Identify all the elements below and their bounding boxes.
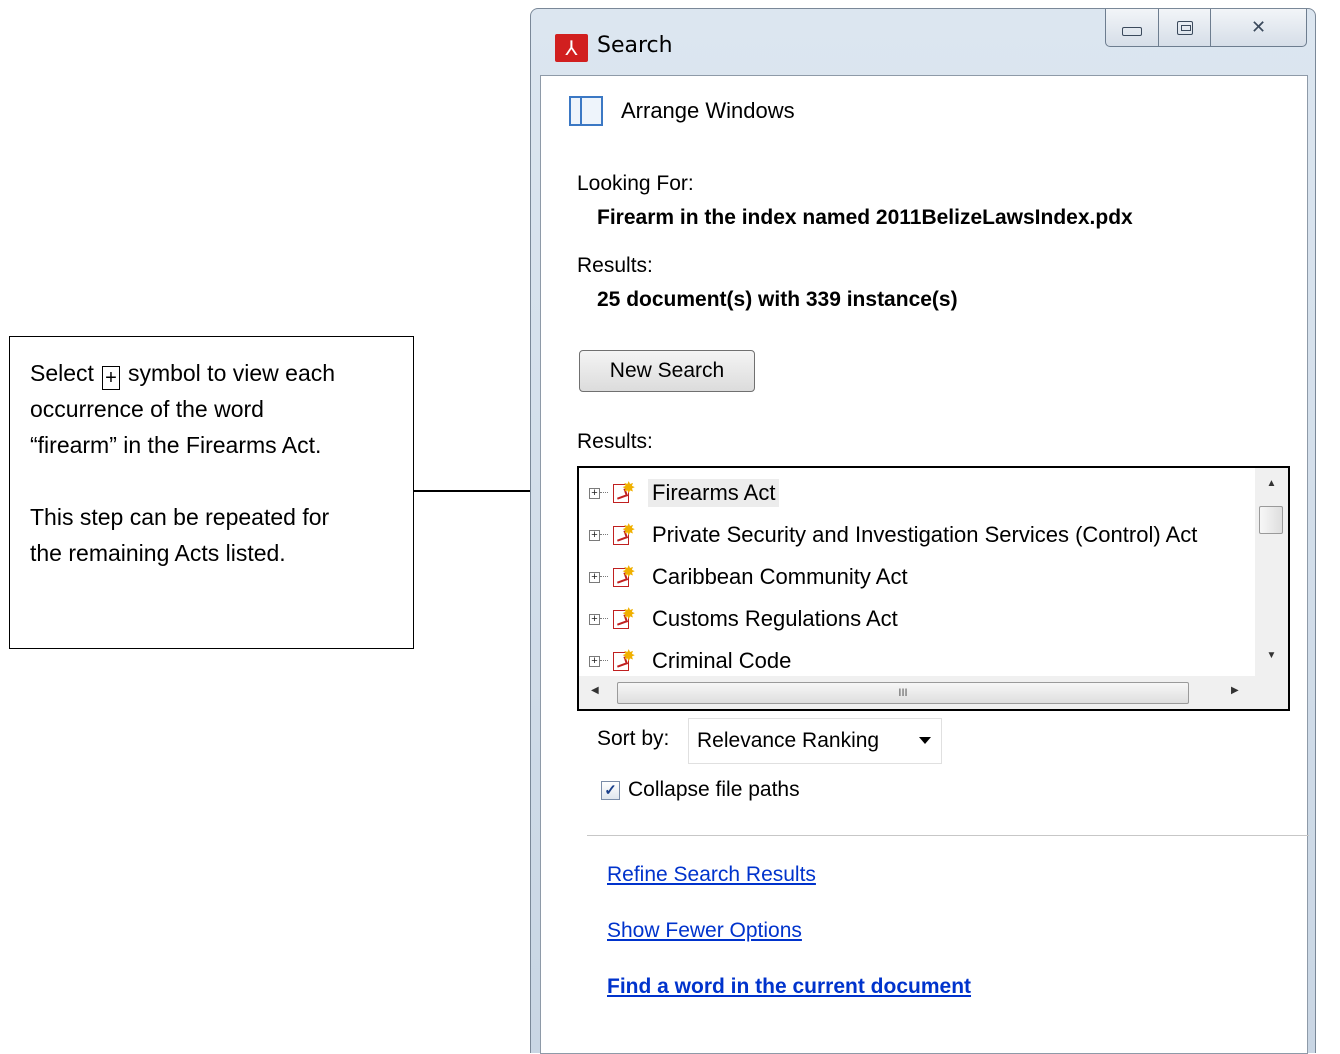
expand-plus-icon[interactable]: + — [589, 613, 600, 625]
arrange-windows-icon — [569, 96, 603, 126]
collapse-file-paths-label: Collapse file paths — [628, 778, 800, 801]
pdf-document-icon: ✸ — [610, 648, 635, 673]
scroll-right-icon[interactable]: ▶ — [1231, 685, 1239, 696]
pdf-document-icon: ✸ — [610, 480, 635, 505]
section-divider — [587, 835, 1309, 836]
result-item-label: Customs Regulations Act — [652, 606, 898, 631]
arrange-windows-label: Arrange Windows — [621, 98, 795, 123]
looking-for-label: Looking For: — [577, 172, 694, 195]
result-item-label: Criminal Code — [652, 648, 792, 673]
results-list[interactable]: + ✸ Firearms Act + ✸ Private Security an… — [577, 466, 1290, 711]
callout-select-text: Select — [30, 360, 94, 386]
horizontal-scrollbar[interactable]: ◀ III ▶ — [579, 676, 1255, 709]
pdf-document-icon: ✸ — [610, 522, 635, 547]
scroll-grip-icon: III — [898, 687, 908, 699]
search-window: ⅄ Search ✕ Arrange Windows Looking For: … — [530, 8, 1316, 1054]
looking-for-value: Firearm in the index named 2011BelizeLaw… — [597, 206, 1133, 229]
tree-connector — [600, 660, 608, 662]
minimize-icon — [1122, 27, 1142, 36]
arrange-windows-button[interactable]: Arrange Windows — [569, 96, 795, 126]
close-button[interactable]: ✕ — [1211, 9, 1307, 47]
sort-by-dropdown[interactable]: Relevance Ranking — [688, 718, 942, 764]
result-item-label: Firearms Act — [648, 479, 780, 507]
sort-by-value: Relevance Ranking — [697, 729, 880, 752]
minimize-button[interactable] — [1105, 9, 1159, 47]
maximize-icon — [1176, 20, 1193, 35]
result-item-private-security-act[interactable]: + ✸ Private Security and Investigation S… — [589, 518, 1201, 552]
maximize-button[interactable] — [1159, 9, 1211, 47]
results-summary-label: Results: — [577, 254, 653, 277]
callout-symbol-text: symbol to view each — [127, 360, 336, 386]
callout-line-2: occurrence of the word — [30, 396, 264, 422]
new-search-button[interactable]: New Search — [579, 350, 755, 392]
result-item-firearms-act[interactable]: + ✸ Firearms Act — [589, 476, 780, 510]
callout-line-4: This step can be repeated for — [30, 504, 330, 530]
search-panel: Arrange Windows Looking For: Firearm in … — [540, 75, 1309, 1054]
result-item-label: Private Security and Investigation Servi… — [652, 522, 1198, 547]
collapse-file-paths-checkbox[interactable]: ✓ — [601, 780, 620, 800]
adobe-reader-icon: ⅄ — [555, 34, 588, 62]
horizontal-scroll-thumb[interactable]: III — [617, 682, 1189, 704]
vertical-scrollbar[interactable]: ▲ ▼ — [1255, 468, 1288, 676]
tree-connector — [600, 576, 608, 578]
expand-plus-icon[interactable]: + — [589, 655, 600, 667]
find-word-current-document-link[interactable]: Find a word in the current document — [607, 975, 971, 999]
scroll-up-icon[interactable]: ▲ — [1255, 478, 1288, 489]
scrollbar-corner — [1255, 676, 1288, 709]
expand-plus-icon[interactable]: + — [589, 487, 600, 499]
tree-connector — [600, 492, 608, 494]
result-item-caribbean-community-act[interactable]: + ✸ Caribbean Community Act — [589, 560, 912, 594]
result-item-label: Caribbean Community Act — [652, 564, 908, 589]
close-icon: ✕ — [1250, 17, 1267, 38]
pdf-document-icon: ✸ — [610, 564, 635, 589]
scroll-left-icon[interactable]: ◀ — [591, 685, 599, 696]
result-item-criminal-code[interactable]: + ✸ Criminal Code — [589, 644, 795, 678]
result-item-customs-regulations-act[interactable]: + ✸ Customs Regulations Act — [589, 602, 902, 636]
expand-plus-icon[interactable]: + — [589, 529, 600, 541]
tree-connector — [600, 618, 608, 620]
tree-connector — [600, 534, 608, 536]
window-title: Search — [597, 33, 673, 58]
callout-line-3: “firearm” in the Firearms Act. — [30, 432, 322, 458]
results-list-label: Results: — [577, 430, 653, 453]
pdf-document-icon: ✸ — [610, 606, 635, 631]
results-summary-value: 25 document(s) with 339 instance(s) — [597, 288, 958, 311]
collapse-file-paths[interactable]: ✓ Collapse file paths — [601, 778, 800, 802]
plus-symbol-icon: + — [101, 366, 120, 390]
expand-plus-icon[interactable]: + — [589, 571, 600, 583]
window-controls: ✕ — [1105, 9, 1307, 47]
callout-line-5: the remaining Acts listed. — [30, 540, 286, 566]
refine-search-results-link[interactable]: Refine Search Results — [607, 863, 816, 887]
show-fewer-options-link[interactable]: Show Fewer Options — [607, 919, 802, 943]
instruction-callout: Select + symbol to view each occurrence of… — [9, 336, 414, 649]
callout-line-1: Select + symbol to view each — [30, 355, 393, 391]
sort-by-label: Sort by: — [597, 727, 670, 750]
dropdown-caret-icon — [919, 737, 931, 744]
scroll-down-icon[interactable]: ▼ — [1255, 650, 1288, 661]
vertical-scroll-thumb[interactable] — [1259, 506, 1283, 534]
